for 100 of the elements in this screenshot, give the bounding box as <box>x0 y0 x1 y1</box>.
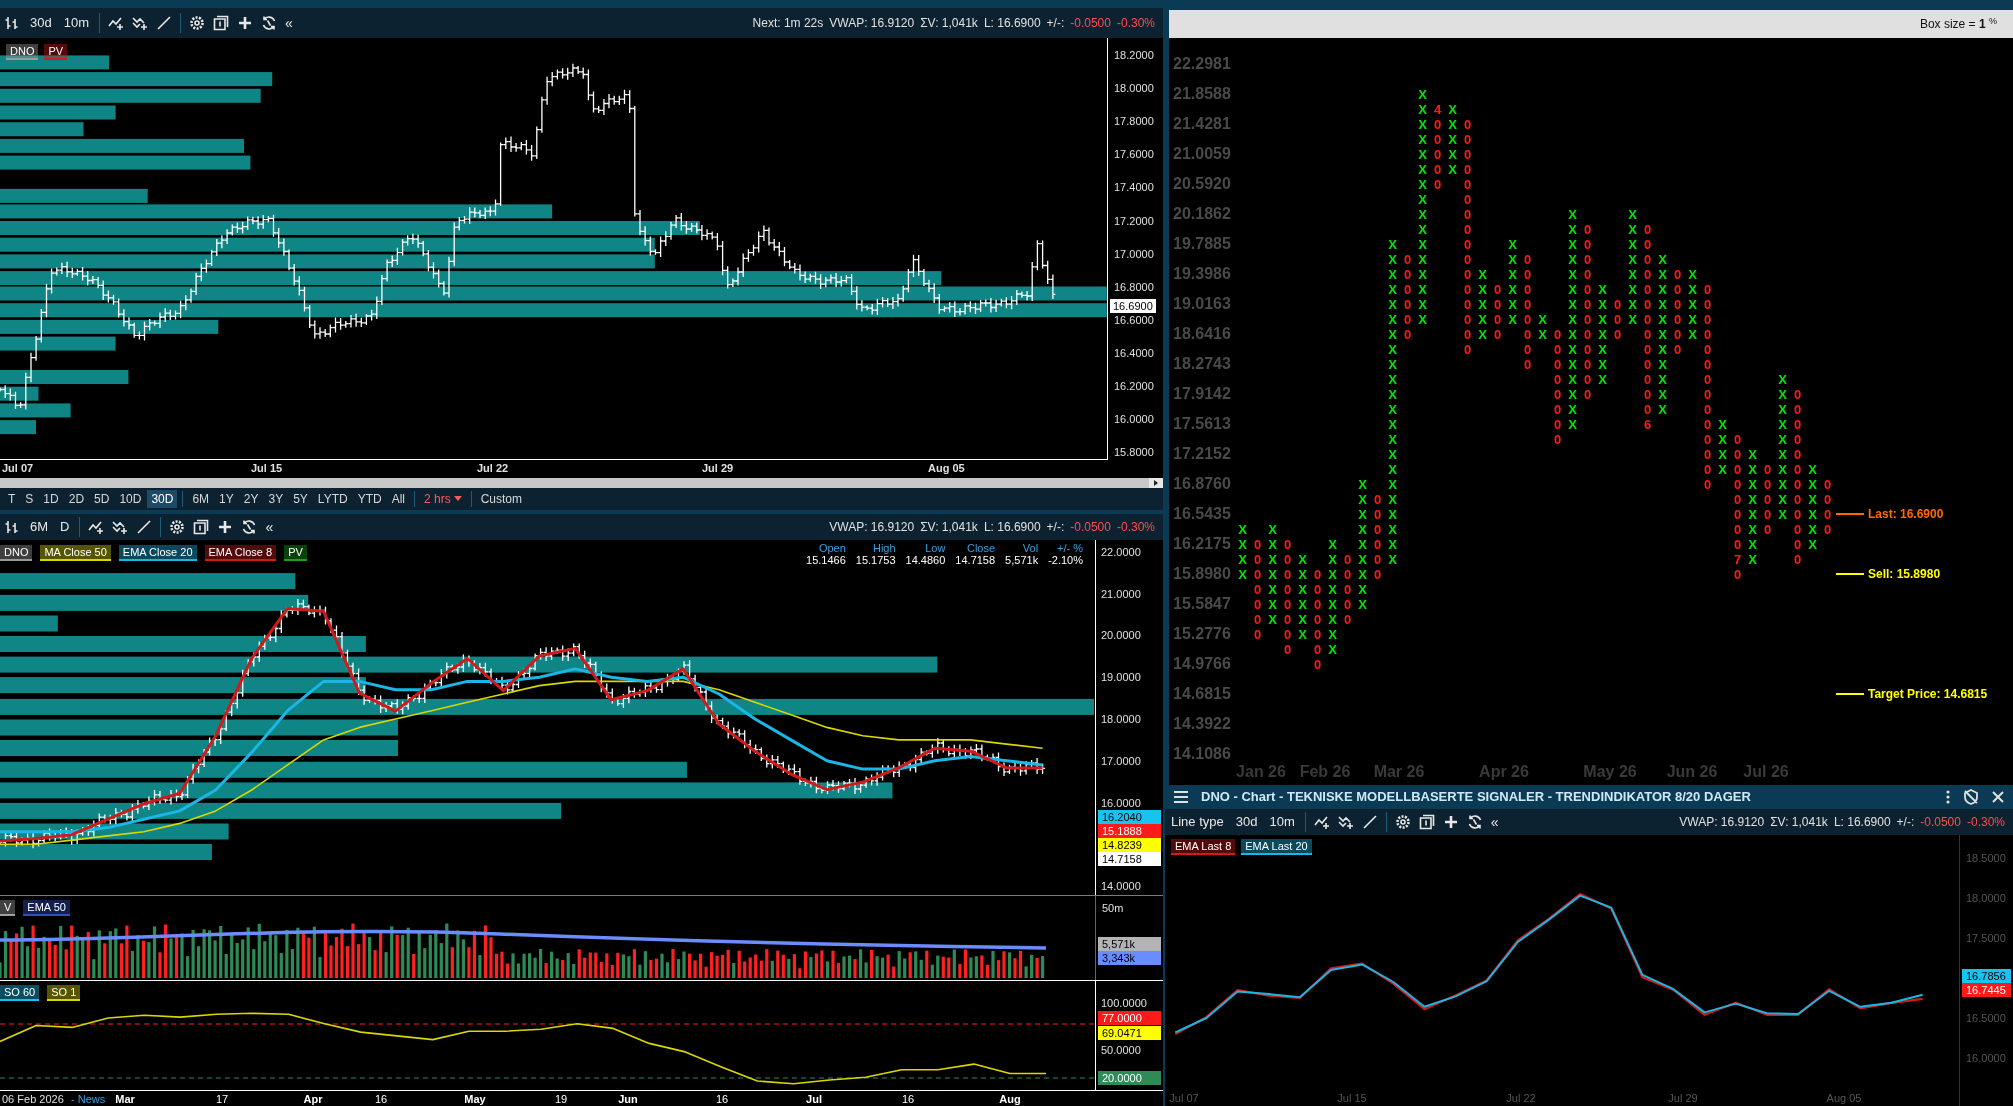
slashed-shield-icon[interactable] <box>1963 789 1979 805</box>
column-symbol: X <box>1388 296 1397 312</box>
settings-icon[interactable] <box>169 519 186 535</box>
sync-icon[interactable] <box>1466 814 1483 830</box>
zigzag-add-icon[interactable] <box>112 519 129 535</box>
legend-tag[interactable]: SO 1 <box>47 985 81 1001</box>
panel-icon[interactable] <box>193 519 210 535</box>
period-tab[interactable]: 10D <box>115 490 146 508</box>
period-tab[interactable]: S <box>21 490 38 508</box>
legend-tag[interactable]: EMA Last 20 <box>1241 839 1312 855</box>
collapse-button[interactable]: « <box>285 12 293 34</box>
panel-icon[interactable] <box>1418 814 1435 830</box>
close-icon[interactable] <box>1991 790 2005 804</box>
period-tab[interactable]: YTD <box>353 490 386 508</box>
axis-label: 100.0000 <box>1101 996 1147 1010</box>
zigzag-add-icon[interactable] <box>1337 814 1354 830</box>
column-symbol: X <box>1388 506 1397 522</box>
period-tab[interactable]: 5D <box>90 490 114 508</box>
status-text: L: 16.6900 <box>1833 814 1891 831</box>
axis-label: 18.6416 <box>1173 324 1232 344</box>
more-icon[interactable] <box>1945 789 1951 805</box>
period-tab[interactable]: All <box>387 490 409 508</box>
settings-icon[interactable] <box>1394 814 1411 830</box>
legend-tag[interactable]: EMA 50 <box>23 900 70 916</box>
toolbar-button[interactable]: D <box>58 517 72 537</box>
trendline-add-icon[interactable] <box>108 15 124 31</box>
custom-button[interactable]: Custom <box>476 490 526 508</box>
period-tab[interactable]: 6M <box>188 490 214 508</box>
column-symbol: X <box>1778 431 1787 447</box>
status-text: +/-: <box>1046 519 1065 536</box>
trendline-add-icon[interactable] <box>88 519 105 535</box>
period-tab[interactable]: LYTD <box>313 490 352 508</box>
line-tool-icon[interactable] <box>1361 814 1378 830</box>
legend-tag[interactable]: EMA Close 20 <box>118 545 197 561</box>
legend-tag[interactable]: MA Close 50 <box>40 545 111 561</box>
column-symbol: X <box>1448 116 1457 132</box>
period-tab[interactable]: 30D <box>147 490 178 508</box>
period-tab[interactable]: 2Y <box>239 490 263 508</box>
sync-icon[interactable] <box>241 519 258 535</box>
column-symbol: 0 <box>1703 476 1712 492</box>
legend-tag[interactable]: PV <box>44 44 68 60</box>
plus-icon[interactable] <box>1442 814 1459 830</box>
period-tab[interactable]: 2D <box>64 490 89 508</box>
period-tab[interactable]: T <box>4 490 20 508</box>
sync-icon[interactable] <box>261 15 277 31</box>
axis-label: 14.1086 <box>1173 744 1232 764</box>
bars-icon[interactable] <box>4 15 20 31</box>
column-symbol: 0 <box>1313 566 1322 582</box>
legend-tag[interactable]: DNO <box>0 545 33 561</box>
collapse-button[interactable]: « <box>1490 811 1499 833</box>
legend-tag[interactable]: DNO <box>6 44 39 60</box>
column-symbol: 0 <box>1523 266 1532 282</box>
stat-label: High <box>872 542 896 554</box>
toolbar-button[interactable]: 30d <box>1233 812 1260 832</box>
column-symbol: X <box>1778 506 1787 522</box>
column-symbol: X <box>1328 566 1337 582</box>
column-symbol: X <box>1748 446 1757 462</box>
column-symbol: 0 <box>1313 581 1322 597</box>
plus-icon[interactable] <box>217 519 234 535</box>
settings-icon[interactable] <box>189 15 205 31</box>
legend-tag[interactable]: EMA Close 8 <box>204 545 277 561</box>
toolbar-button[interactable]: 10m <box>1267 812 1297 832</box>
toolbar-button[interactable]: 30d <box>28 13 54 33</box>
column-symbol: X <box>1718 461 1727 477</box>
period-tab[interactable]: 5Y <box>289 490 312 508</box>
collapse-button[interactable]: « <box>265 516 274 538</box>
column-symbol: X <box>1358 551 1367 567</box>
line-tool-icon[interactable] <box>156 15 172 31</box>
legend-tag[interactable]: PV <box>284 545 307 561</box>
column-symbol: X <box>1568 296 1577 312</box>
bars-icon[interactable] <box>4 519 20 535</box>
panel-icon[interactable] <box>213 15 229 31</box>
scrollbar[interactable] <box>0 478 1163 488</box>
period-tab[interactable]: 3Y <box>264 490 288 508</box>
legend-tag[interactable]: EMA Last 8 <box>1171 839 1236 855</box>
column-symbol: 0 <box>1703 416 1712 432</box>
column-symbol: 0 <box>1583 266 1592 282</box>
menu-icon[interactable] <box>1173 790 1189 804</box>
toolbar-button[interactable]: Line type <box>1169 812 1226 832</box>
toolbar-button[interactable]: 10m <box>61 13 91 33</box>
status-text: +/-: <box>1046 15 1065 32</box>
line-tool-icon[interactable] <box>136 519 153 535</box>
interval-dropdown[interactable]: 2 hrs <box>420 490 466 508</box>
column-symbol: X <box>1628 296 1637 312</box>
period-tab[interactable]: 1Y <box>215 490 238 508</box>
column-symbol: 0 <box>1523 341 1532 357</box>
column-symbol: X <box>1418 236 1427 252</box>
column-symbol: 0 <box>1373 566 1382 582</box>
column-symbol: 4 <box>1433 101 1442 117</box>
column-symbol: X <box>1418 221 1427 237</box>
legend-tag[interactable]: V <box>0 900 16 916</box>
axis-label: 14.6815 <box>1173 684 1232 704</box>
plus-icon[interactable] <box>237 15 253 31</box>
period-tab[interactable]: 1D <box>39 490 63 508</box>
column-symbol: X <box>1448 161 1457 177</box>
trendline-add-icon[interactable] <box>1313 814 1330 830</box>
legend-tag[interactable]: SO 60 <box>0 985 40 1001</box>
zigzag-add-icon[interactable] <box>132 15 148 31</box>
toolbar-button[interactable]: 6M <box>28 517 51 537</box>
column-symbol: 0 <box>1793 521 1802 537</box>
